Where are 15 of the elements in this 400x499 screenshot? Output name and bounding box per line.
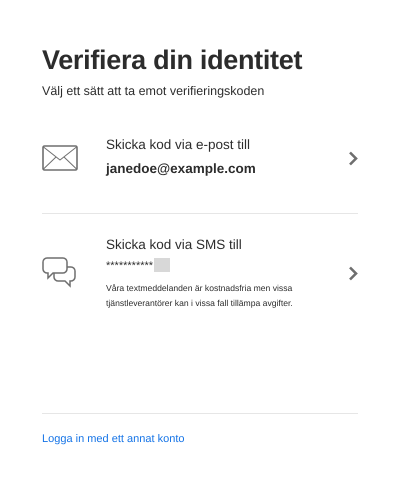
envelope-icon (42, 145, 78, 172)
chevron-right-icon (348, 150, 358, 166)
masked-phone-number: *********** (106, 259, 154, 274)
email-option[interactable]: Skicka kod via e-post till janedoe@example.com (42, 136, 358, 214)
option-note: Våra textmeddelanden är kostnadsfria men vissa tjänstleverantörer kan i vissa fall tillämpa avgifter. (106, 282, 294, 310)
subtitle: Välj ett sätt att ta emot verifieringskoden (42, 83, 266, 100)
alternate-account-link[interactable]: Logga in med ett annat konto (42, 433, 184, 446)
chevron-right-icon (348, 266, 358, 281)
option-label: Skicka kod via e-post till (106, 136, 252, 154)
chat-bubbles-icon (42, 256, 76, 290)
sms-option[interactable]: Skicka kod via SMS till *********** Våra textmeddelanden är kostnadsfria men vissa tjänstleverantörer kan i vissa fall tillämpa avgifter. (42, 236, 358, 310)
page-title: Verifiera din identitet (42, 44, 304, 76)
option-label: Skicka kod via SMS till (106, 236, 243, 254)
email-address: janedoe@example.com (106, 160, 256, 178)
blurred-text (154, 258, 170, 272)
